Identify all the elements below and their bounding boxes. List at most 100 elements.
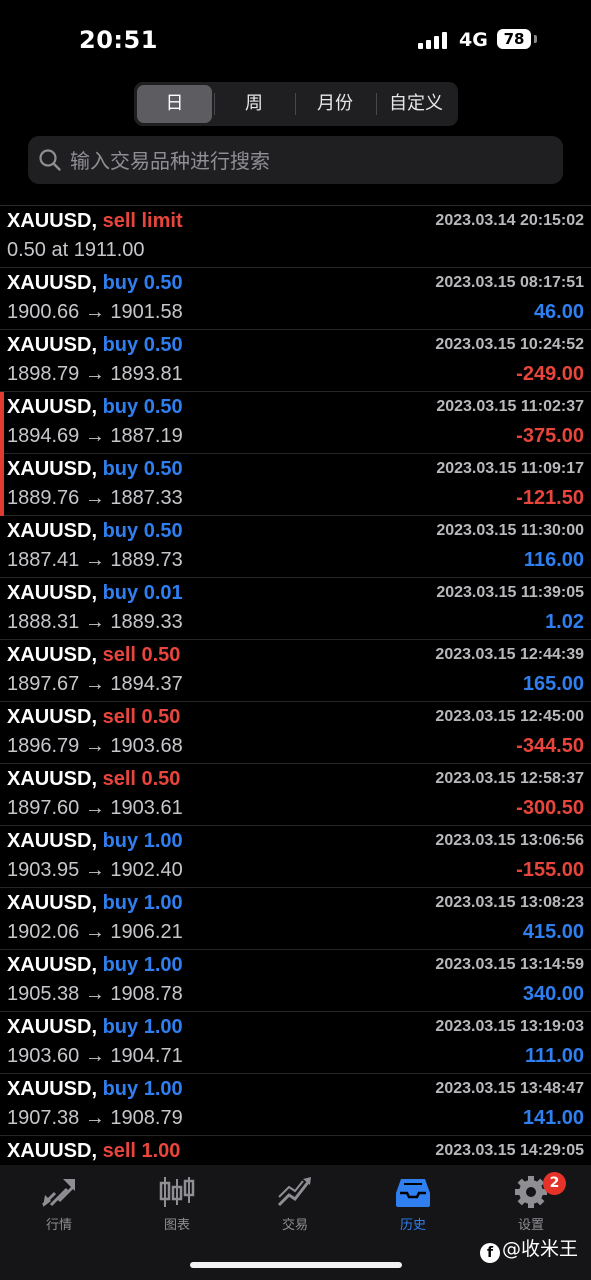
order-prices: 1907.38 → 1908.79 <box>7 1107 183 1129</box>
home-indicator[interactable] <box>190 1262 402 1268</box>
order-type: buy 1.00 <box>102 1078 183 1100</box>
symbol-name: XAUUSD, <box>7 1016 98 1038</box>
order-type: buy 1.00 <box>102 1016 183 1038</box>
order-symbol-line: XAUUSD, sell 0.50 <box>7 644 180 667</box>
quotes-arrows-icon <box>41 1179 75 1207</box>
battery-icon: 78 <box>497 29 531 49</box>
order-profit: 141.00 <box>522 1107 584 1129</box>
network-type: 4G <box>459 29 488 51</box>
history-row[interactable]: XAUUSD, sell 0.50 2023.03.15 12:45:00 1896… <box>0 702 591 764</box>
tab-week[interactable]: 周 <box>215 85 293 123</box>
order-profit: 415.00 <box>522 921 584 943</box>
status-time: 20:51 <box>79 26 158 54</box>
tab-day[interactable]: 日 <box>137 85 212 123</box>
order-profit: 46.00 <box>533 301 584 323</box>
history-row[interactable]: XAUUSD, sell 0.50 2023.03.15 12:44:39 1897… <box>0 640 591 702</box>
order-profit: -300.50 <box>516 797 584 819</box>
tabbar-item-chart[interactable]: 图表 <box>118 1165 236 1245</box>
symbol-name: XAUUSD, <box>7 582 98 604</box>
settings-notification-badge: 2 <box>543 1172 566 1195</box>
order-symbol-line: XAUUSD, buy 0.50 <box>7 458 183 481</box>
history-list[interactable]: XAUUSD, sell limit 2023.03.14 20:15:02 0.5… <box>0 205 591 1166</box>
order-type: sell 0.50 <box>102 706 181 728</box>
order-type: buy 0.50 <box>102 396 183 418</box>
order-symbol-line: XAUUSD, buy 0.50 <box>7 272 183 295</box>
history-row[interactable]: XAUUSD, sell limit 2023.03.14 20:15:02 0.5… <box>0 206 591 268</box>
order-time: 2023.03.15 11:02:37 <box>436 398 584 415</box>
tab-month[interactable]: 月份 <box>296 85 374 123</box>
order-profit: -155.00 <box>516 859 584 881</box>
history-row[interactable]: XAUUSD, buy 1.00 2023.03.15 13:48:47 1907.… <box>0 1074 591 1136</box>
tabbar-label: 图表 <box>163 1218 190 1233</box>
symbol-name: XAUUSD, <box>7 210 98 232</box>
search-bar[interactable] <box>28 136 563 186</box>
history-row[interactable]: XAUUSD, buy 1.00 2023.03.15 13:08:23 1902.… <box>0 888 591 950</box>
order-time: 2023.03.14 20:15:02 <box>435 212 584 229</box>
order-type: sell 0.50 <box>102 644 181 666</box>
candlestick-chart-icon <box>159 1177 195 1207</box>
order-prices: 1888.31 → 1889.33 <box>7 611 183 633</box>
order-profit: 340.00 <box>522 983 584 1005</box>
order-profit: -375.00 <box>516 425 584 447</box>
tab-custom[interactable]: 自定义 <box>377 85 455 123</box>
symbol-name: XAUUSD, <box>7 458 98 480</box>
order-time: 2023.03.15 13:06:56 <box>435 832 584 849</box>
order-type: sell 1.00 <box>102 1140 181 1162</box>
history-row[interactable]: XAUUSD, buy 1.00 2023.03.15 13:06:56 1903.… <box>0 826 591 888</box>
order-type: buy 0.01 <box>102 582 183 604</box>
order-time: 2023.03.15 13:08:23 <box>435 894 584 911</box>
tabbar-item-settings[interactable]: 设置 <box>472 1165 590 1245</box>
order-symbol-line: XAUUSD, sell 0.50 <box>7 768 180 791</box>
order-profit: -344.50 <box>516 735 584 757</box>
history-row[interactable]: XAUUSD, buy 0.50 2023.03.15 11:09:17 1889.… <box>0 454 591 516</box>
symbol-name: XAUUSD, <box>7 644 98 666</box>
tabbar-item-trade[interactable]: 交易 <box>236 1165 354 1245</box>
order-profit: 165.00 <box>522 673 584 695</box>
watermark: f @收米王 <box>480 1234 578 1263</box>
symbol-name: XAUUSD, <box>7 272 98 294</box>
order-type: sell 0.50 <box>102 768 181 790</box>
tabbar-label: 历史 <box>399 1218 426 1233</box>
order-profit: -249.00 <box>516 363 584 385</box>
order-prices: 1894.69 → 1887.19 <box>7 425 183 447</box>
history-row[interactable]: XAUUSD, buy 0.50 2023.03.15 11:02:37 1894.… <box>0 392 591 454</box>
order-type: buy 0.50 <box>102 272 183 294</box>
trade-line-icon <box>277 1177 311 1207</box>
symbol-name: XAUUSD, <box>7 396 98 418</box>
order-prices: 0.50 at 1911.00 <box>7 239 145 261</box>
order-symbol-line: XAUUSD, buy 0.50 <box>7 520 183 543</box>
history-row[interactable]: XAUUSD, buy 1.00 2023.03.15 13:19:03 1903.… <box>0 1012 591 1074</box>
order-prices: 1900.66 → 1901.58 <box>7 301 183 323</box>
tabbar-item-history[interactable]: 历史 <box>354 1165 472 1245</box>
symbol-name: XAUUSD, <box>7 520 98 542</box>
search-input[interactable] <box>68 136 552 186</box>
battery-level: 78 <box>503 30 525 48</box>
order-symbol-line: XAUUSD, sell 0.50 <box>7 706 180 729</box>
symbol-name: XAUUSD, <box>7 830 98 852</box>
order-symbol-line: XAUUSD, buy 0.50 <box>7 396 183 419</box>
history-row[interactable]: XAUUSD, buy 1.00 2023.03.15 13:14:59 1905.… <box>0 950 591 1012</box>
order-type: sell limit <box>102 210 183 232</box>
order-profit: 1.02 <box>545 611 584 633</box>
order-time: 2023.03.15 13:48:47 <box>435 1080 584 1097</box>
order-prices: 1903.60 → 1904.71 <box>7 1045 183 1067</box>
order-symbol-line: XAUUSD, buy 1.00 <box>7 1016 183 1039</box>
order-time: 2023.03.15 10:24:52 <box>435 336 584 353</box>
order-profit: 111.00 <box>525 1045 584 1067</box>
search-icon <box>39 149 61 171</box>
status-bar: 20:51 4G 78 <box>0 0 591 78</box>
symbol-name: XAUUSD, <box>7 334 98 356</box>
order-prices: 1903.95 → 1902.40 <box>7 859 183 881</box>
history-row[interactable]: XAUUSD, buy 0.01 2023.03.15 11:39:05 1888.… <box>0 578 591 640</box>
history-row[interactable]: XAUUSD, buy 0.50 2023.03.15 10:24:52 1898.… <box>0 330 591 392</box>
history-row[interactable]: XAUUSD, buy 0.50 2023.03.15 08:17:51 1900.… <box>0 268 591 330</box>
history-row[interactable]: XAUUSD, buy 0.50 2023.03.15 11:30:00 1887.… <box>0 516 591 578</box>
order-prices: 1905.38 → 1908.78 <box>7 983 183 1005</box>
order-prices: 1889.76 → 1887.33 <box>7 487 183 509</box>
tabbar-item-quotes[interactable]: 行情 <box>0 1165 118 1245</box>
order-symbol-line: XAUUSD, buy 1.00 <box>7 954 183 977</box>
history-row[interactable]: XAUUSD, sell 0.50 2023.03.15 12:58:37 1897… <box>0 764 591 826</box>
order-time: 2023.03.15 11:30:00 <box>436 522 584 539</box>
symbol-name: XAUUSD, <box>7 1078 98 1100</box>
history-row[interactable]: XAUUSD, sell 1.00 2023.03.15 14:29:05 <box>0 1136 591 1166</box>
